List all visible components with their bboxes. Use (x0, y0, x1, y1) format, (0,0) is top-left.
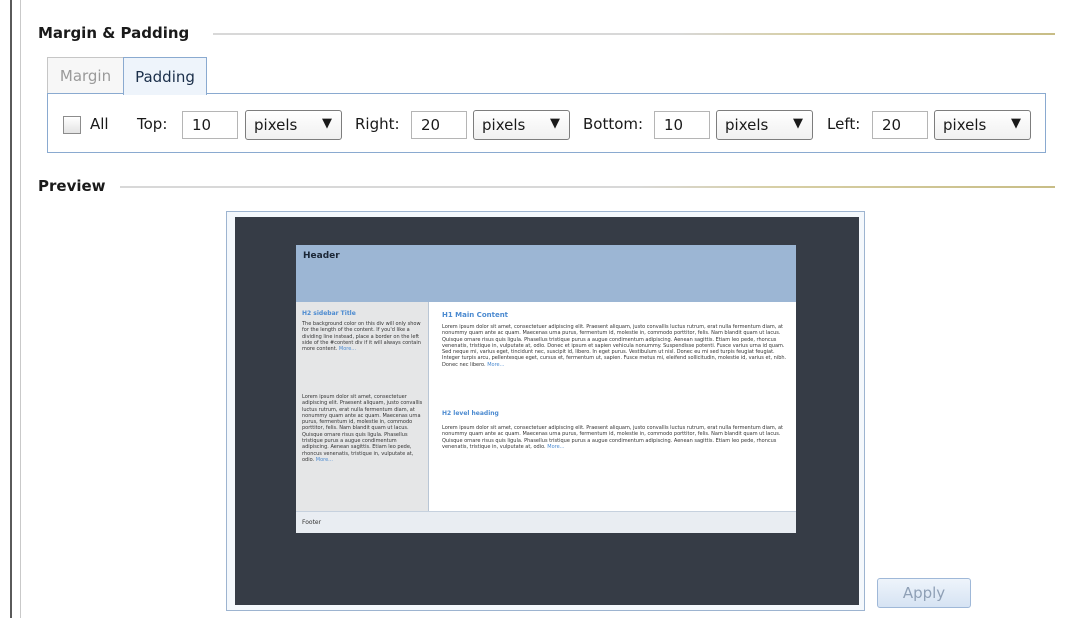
site-footer-label: Footer (302, 519, 322, 526)
sidebar-paragraph-2: Lorem ipsum dolor sit amet, consectetuer… (302, 394, 425, 504)
site-header-title: Header (303, 251, 340, 261)
left-value-input[interactable]: 20 (872, 111, 928, 139)
main-more-link-2[interactable]: More... (547, 444, 564, 450)
main-more-link-1[interactable]: More... (487, 362, 504, 368)
window-border-inner (20, 0, 21, 618)
margin-padding-title: Margin & Padding (38, 24, 190, 42)
top-unit-select[interactable]: pixels ▼ (245, 110, 342, 140)
main-h1: H1 Main Content (442, 311, 509, 319)
top-unit-value: pixels (254, 116, 298, 134)
sidebar-paragraph-1-text: The background color on this div will on… (302, 321, 421, 353)
right-unit-value: pixels (482, 116, 526, 134)
main-paragraph-2-text: Lorem ipsum dolor sit amet, consectetuer… (442, 425, 783, 450)
all-checkbox[interactable] (63, 116, 81, 134)
bottom-label: Bottom: (583, 115, 644, 133)
top-value-input[interactable]: 10 (182, 111, 238, 139)
sidebar-title: H2 sidebar Title (302, 310, 356, 317)
site-header: Header (296, 245, 796, 302)
left-unit-select[interactable]: pixels ▼ (934, 110, 1031, 140)
chevron-down-icon: ▼ (322, 116, 332, 131)
sidebar-more-link-1[interactable]: More... (339, 346, 356, 352)
tab-margin[interactable]: Margin (47, 57, 124, 93)
window-border (10, 0, 12, 618)
main-paragraph-1: Lorem ipsum dolor sit amet, consectetuer… (442, 324, 790, 404)
right-value-input[interactable]: 20 (411, 111, 467, 139)
sidebar-paragraph-1: The background color on this div will on… (302, 321, 425, 379)
apply-button[interactable]: Apply (877, 578, 971, 608)
preview-site: Header H2 sidebar Title The background c… (296, 245, 796, 533)
bottom-unit-value: pixels (725, 116, 769, 134)
site-footer: Footer (296, 511, 796, 533)
margin-padding-divider (213, 33, 1055, 35)
sidebar-more-link-2[interactable]: More... (316, 457, 333, 463)
bottom-unit-select[interactable]: pixels ▼ (716, 110, 813, 140)
chevron-down-icon: ▼ (1011, 116, 1021, 131)
preview-divider (120, 186, 1055, 188)
bottom-value-input[interactable]: 10 (654, 111, 710, 139)
all-label: All (90, 115, 109, 133)
tab-padding[interactable]: Padding (123, 57, 207, 95)
sidebar-paragraph-2-text: Lorem ipsum dolor sit amet, consectetuer… (302, 394, 423, 463)
left-unit-value: pixels (943, 116, 987, 134)
chevron-down-icon: ▼ (550, 116, 560, 131)
main-paragraph-2: Lorem ipsum dolor sit amet, consectetuer… (442, 425, 790, 475)
main-h2: H2 level heading (442, 410, 499, 417)
preview-title: Preview (38, 177, 106, 195)
top-label: Top: (137, 115, 168, 133)
site-sidebar: H2 sidebar Title The background color on… (296, 302, 429, 511)
right-label: Right: (355, 115, 400, 133)
chevron-down-icon: ▼ (793, 116, 803, 131)
left-label: Left: (827, 115, 861, 133)
right-unit-select[interactable]: pixels ▼ (473, 110, 570, 140)
